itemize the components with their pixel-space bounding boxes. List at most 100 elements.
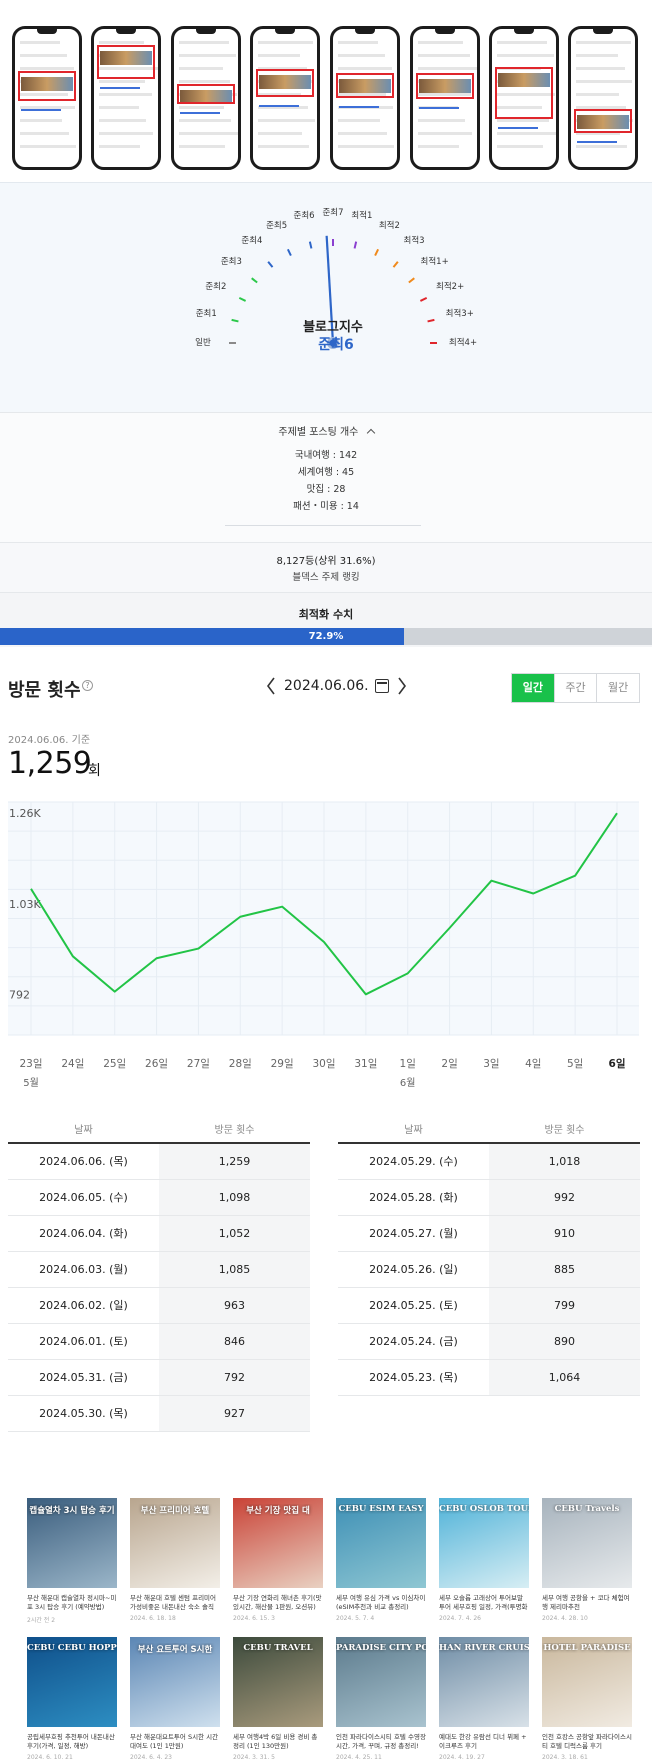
gauge-title: 블로그지수 — [303, 320, 363, 335]
post-title[interactable]: 세부 오슬롭 고래상어 투어보말 투어 세부호핑 일정, 가격(투명화 체험) — [439, 1594, 529, 1612]
x-tick-label: 2일 — [441, 1057, 457, 1070]
post-title[interactable]: 예대도 한강 유람선 디너 뷔페 + 이크루즈 후기 — [439, 1733, 529, 1751]
visits-title: 방문 횟수 — [8, 680, 81, 701]
help-icon[interactable]: ? — [82, 680, 93, 691]
period-tab[interactable]: 주간 — [553, 674, 597, 702]
post-thumbnail[interactable]: CEBU ESIM EASY — [336, 1498, 426, 1588]
phone-notch — [355, 29, 375, 34]
x-tick-label: 23일 — [19, 1057, 42, 1070]
post-thumbnail[interactable]: CEBU OSLOB TOUR — [439, 1498, 529, 1588]
post-card[interactable]: CEBU OSLOB TOUR 세부 오슬롭 고래상어 투어보말 투어 세부호핑 … — [439, 1498, 529, 1622]
table-header-cell: 방문 횟수 — [544, 1125, 585, 1136]
table-row: 2024.06.05. (수) 1,098 — [8, 1180, 310, 1216]
screen-line — [179, 41, 229, 44]
screen-line — [179, 54, 236, 57]
period-tab[interactable]: 월간 — [596, 674, 639, 702]
table-cell-count: 1,098 — [159, 1180, 310, 1215]
post-card[interactable]: CEBU ESIM EASY 세부 여행 유심 가격 vs 이심차이 (eSIM추… — [336, 1498, 426, 1622]
table-row: 2024.05.29. (수) 1,018 — [338, 1144, 640, 1180]
screen-line — [99, 119, 146, 122]
table-cell-date: 2024.05.27. (월) — [369, 1227, 458, 1240]
post-card[interactable]: CEBU TRAVEL 세부 여행4박 6일 비용 경비 총정리 (1인 130만… — [233, 1637, 323, 1761]
post-title[interactable]: 부산 해운대 캡슐열차 정시마~미포 3시 탑승 후기 (예약방법) — [27, 1594, 117, 1612]
screen-line — [20, 119, 62, 122]
table-row: 2024.06.03. (월) 1,085 — [8, 1252, 310, 1288]
phone-screenshot — [410, 26, 480, 170]
optimization-value: 72.9% — [308, 631, 344, 642]
table-cell-date: 2024.05.23. (목) — [369, 1371, 458, 1384]
post-title[interactable]: 부산 해운대 호텔 센텀 프리미어 가성비좋은 내돈내산 숙소 솔직 후기 — [130, 1594, 220, 1612]
post-card[interactable]: 부산 프리미어 호텔부산 해운대 호텔 센텀 프리미어 가성비좋은 내돈내산 숙… — [130, 1498, 220, 1622]
table-row: 2024.06.01. (토) 846 — [8, 1324, 310, 1360]
post-card[interactable]: 캡슐열차 3시 탑승 후기부산 해운대 캡슐열차 정시마~미포 3시 탑승 후기… — [27, 1498, 117, 1624]
post-card[interactable]: HAN RIVER CRUISE 예대도 한강 유람선 디너 뷔페 + 이크루즈 … — [439, 1637, 529, 1761]
post-thumbnail[interactable]: CEBU TRAVEL — [233, 1637, 323, 1727]
x-tick-label: 28일 — [229, 1057, 252, 1070]
screen-line — [497, 54, 554, 57]
x-tick-label: 27일 — [187, 1057, 210, 1070]
screen-line — [418, 119, 465, 122]
post-card[interactable]: 부산 기장 맛집 대부산 기장 연화리 해녀촌 후기(맛있시간, 해산물 1판원… — [233, 1498, 323, 1622]
gauge-level-label: 준최5 — [266, 220, 288, 231]
y-tick-label: 1.26K — [9, 807, 41, 820]
gauge-level-label: 준최1 — [195, 309, 217, 320]
chevron-left-icon[interactable] — [264, 675, 278, 697]
x-tick-label: 24일 — [61, 1057, 84, 1070]
topic-post-count-header[interactable]: 주제별 포스팅 개수 — [0, 423, 652, 438]
post-card[interactable]: HOTEL PARADISE 인천 호캉스 공항앞 파라다이스시티 호텔 디럭스룸… — [542, 1637, 632, 1761]
post-thumbnail[interactable]: 부산 요트투어 S시한 — [130, 1637, 220, 1727]
table-cell-date: 2024.06.06. (목) — [39, 1155, 128, 1168]
screen-line — [99, 93, 152, 96]
post-thumbnail[interactable]: CEBU Travels — [542, 1498, 632, 1588]
post-thumbnail[interactable]: 캡슐열차 3시 탑승 후기 — [27, 1498, 117, 1588]
post-title[interactable]: 부산 해운대요트투어 S시한 시간 대여도 (1인 1만원) — [130, 1733, 220, 1751]
post-card[interactable]: CEBU CEBU HOPPING 공립세부호핑 추천투어 내돈내산 후기(가격,… — [27, 1637, 117, 1761]
post-title[interactable]: 세부 여행 유심 가격 vs 이심차이 (eSIM추천과 비교 총정리) — [336, 1594, 426, 1612]
x-tick-label: 29일 — [271, 1057, 294, 1070]
gauge-level-label: 최적1+ — [420, 256, 449, 267]
post-thumbnail-caption: CEBU ESIM EASY — [338, 1504, 424, 1514]
topic-post-count-title: 주제별 포스팅 개수 — [278, 427, 359, 438]
table-cell-count: 1,259 — [159, 1144, 310, 1179]
screen-line — [20, 54, 67, 57]
phone-screenshot — [250, 26, 320, 170]
table-header-cell: 날짜 — [404, 1125, 423, 1136]
chevron-up-icon — [366, 428, 375, 438]
post-thumbnail[interactable]: 부산 기장 맛집 대 — [233, 1498, 323, 1588]
table-cell-count: 1,064 — [489, 1360, 640, 1395]
gauge-tick — [251, 277, 258, 284]
post-thumbnail[interactable]: CEBU CEBU HOPPING — [27, 1637, 117, 1727]
chevron-right-icon[interactable] — [395, 675, 409, 697]
screen-link — [498, 127, 538, 129]
table-cell-date: 2024.05.31. (금) — [39, 1371, 128, 1384]
topic-rank-label: 블덱스 주제 랭킹 — [292, 572, 360, 583]
screen-line — [497, 145, 543, 148]
screen-line — [338, 145, 394, 148]
period-tab[interactable]: 일간 — [512, 674, 554, 702]
post-thumbnail[interactable]: 부산 프리미어 호텔 — [130, 1498, 220, 1588]
post-meta: 2024. 3. 31. 5 — [233, 1754, 275, 1761]
topic-item: 국내여행 : 142 — [294, 450, 358, 461]
screen-line — [576, 145, 627, 148]
post-title[interactable]: 공립세부호핑 추천투어 내돈내산 후기(가격, 일정, 해방) — [27, 1733, 117, 1751]
post-title[interactable]: 세부 여행4박 6일 비용 경비 총정리 (1인 130만원) — [233, 1733, 323, 1751]
post-title[interactable]: 세부 여행 공항을 + 코다 체험여행 제리마추천 — [542, 1594, 632, 1612]
table-row: 2024.05.24. (금) 890 — [338, 1324, 640, 1360]
screen-line — [576, 67, 625, 70]
visits-line-chart: 792 1.03K 1.26K 23일 24일 25일 26일 27일 28일 29일 30일 31일… — [8, 801, 639, 1089]
post-card[interactable]: CEBU Travels 세부 여행 공항을 + 코다 체험여행 제리마추천 202… — [542, 1498, 632, 1622]
phone-screenshot — [330, 26, 400, 170]
post-thumbnail[interactable]: HAN RIVER CRUISE — [439, 1637, 529, 1727]
post-thumbnail[interactable]: PARADISE CITY POOL — [336, 1637, 426, 1727]
gauge-tick — [308, 241, 313, 249]
calendar-icon[interactable] — [374, 679, 389, 693]
post-thumbnail[interactable]: HOTEL PARADISE — [542, 1637, 632, 1727]
post-card[interactable]: 부산 요트투어 S시한부산 해운대요트투어 S시한 시간 대여도 (1인 1만원… — [130, 1637, 220, 1761]
screen-line — [258, 54, 300, 57]
highlight-box — [97, 45, 155, 79]
gauge-tick — [238, 296, 247, 302]
post-card[interactable]: PARADISE CITY POOL 인천 파라다이스시티 호텔 수영장 시간, … — [336, 1637, 426, 1761]
post-title[interactable]: 부산 기장 연화리 해녀촌 후기(맛있시간, 해산물 1판원, 오션뷰) — [233, 1594, 323, 1612]
post-title[interactable]: 인천 파라다이스시티 호텔 수영장 시간, 가격, 꾸며, 규정 총정리! — [336, 1733, 426, 1751]
post-title[interactable]: 인천 호캉스 공항앞 파라다이스시티 호텔 디럭스룸 후기 — [542, 1733, 632, 1751]
